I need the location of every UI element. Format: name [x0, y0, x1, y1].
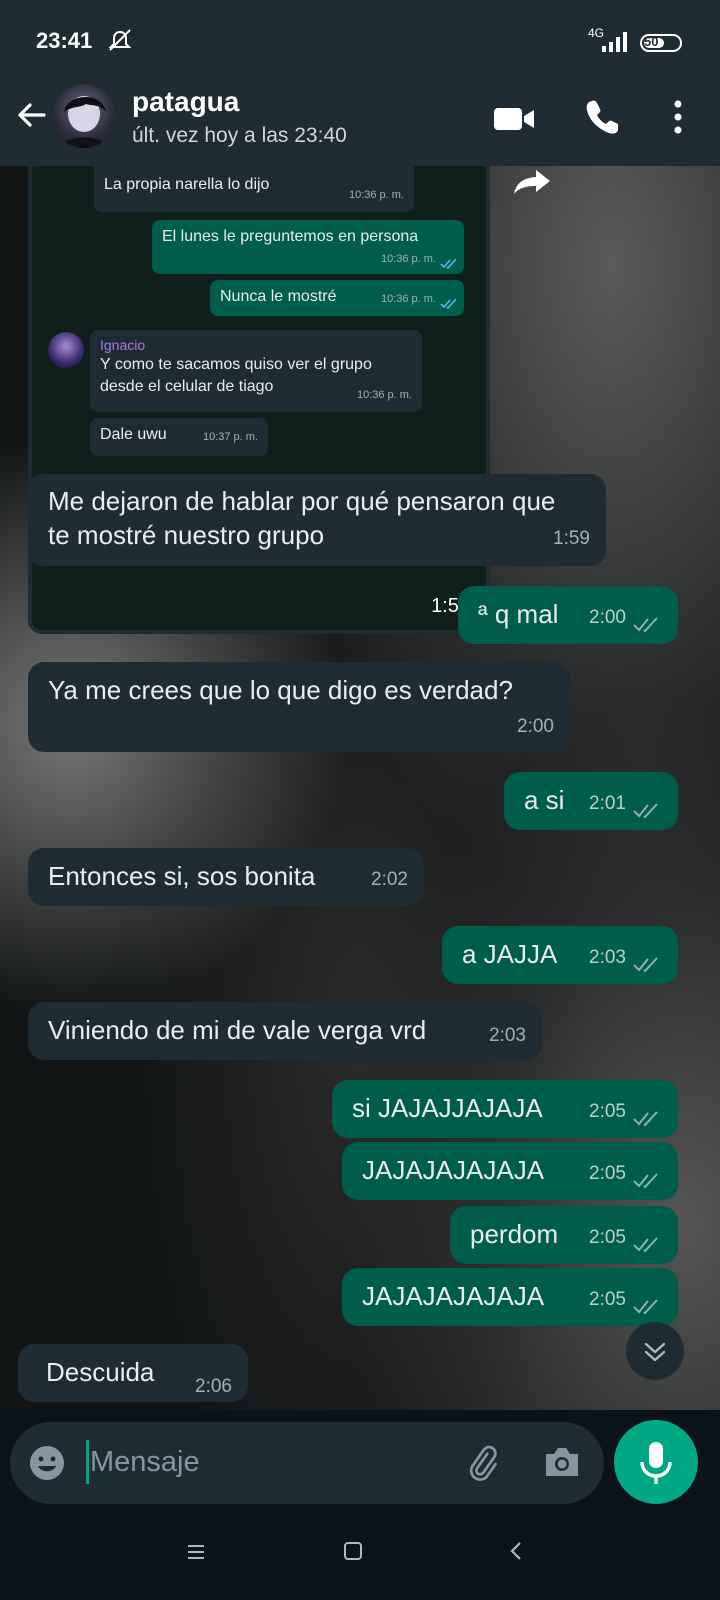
- home-nav-icon[interactable]: [342, 1540, 364, 1562]
- screenshot-sender-name: Ignacio: [100, 337, 146, 353]
- double-tick-icon: [633, 1237, 658, 1253]
- scroll-down-button[interactable]: [626, 1322, 684, 1380]
- message-text: Ya me crees que lo que digo es verdad?: [48, 675, 513, 705]
- message-text: ª q mal: [478, 599, 559, 629]
- back-arrow-icon[interactable]: [14, 98, 48, 132]
- double-tick-icon: [633, 617, 658, 633]
- more-vert-icon[interactable]: [670, 98, 686, 136]
- dnd-icon: [108, 29, 132, 51]
- emoji-icon[interactable]: [28, 1444, 66, 1482]
- menu-nav-icon[interactable]: [186, 1542, 206, 1562]
- message-text: si JAJAJJAJAJA: [352, 1093, 543, 1123]
- screenshot-message-time: 10:36 p. m.: [348, 189, 404, 201]
- screenshot-message: Dale uwu 10:37 p. m.: [90, 418, 268, 456]
- message-text: a JAJJA: [462, 939, 558, 969]
- screenshot-message: El lunes le preguntemos en persona 10:36…: [152, 220, 464, 274]
- message-time: 2:02: [371, 869, 408, 890]
- message-time: 2:05: [589, 1101, 626, 1122]
- message-time: 2:06: [195, 1376, 232, 1397]
- screenshot-message-text: Dale uwu: [100, 426, 167, 443]
- message-text: Viniendo de mi de vale verga vrd: [48, 1015, 427, 1045]
- message-input[interactable]: Mensaje: [90, 1446, 200, 1479]
- message-text: Me dejaron de hablar por qué pensaron qu…: [48, 486, 556, 550]
- signal-icon: [602, 32, 627, 52]
- battery-text: 50: [644, 34, 659, 49]
- message-text: JAJAJAJAJAJA: [362, 1155, 545, 1185]
- double-tick-icon: [633, 803, 658, 819]
- message-outgoing[interactable]: JAJAJAJAJAJA 2:05: [342, 1142, 678, 1200]
- screenshot-message-text: Nunca le mostré: [220, 288, 337, 305]
- screenshot-message-time: 10:36 p. m.: [356, 389, 412, 401]
- screenshot-message: Ignacio Y como te sacamos quiso ver el g…: [90, 330, 422, 412]
- attach-icon[interactable]: [462, 1444, 502, 1484]
- message-incoming[interactable]: Viniendo de mi de vale verga vrd 2:03: [28, 1002, 542, 1060]
- double-tick-icon: [633, 1173, 658, 1189]
- screenshot-message-text: El lunes le preguntemos en persona: [162, 228, 419, 245]
- screenshot-message-time: 10:36 p. m.: [380, 293, 436, 305]
- message-time: 2:05: [589, 1227, 626, 1248]
- message-text: Descuida: [46, 1357, 155, 1387]
- screenshot-message-time: 10:36 p. m.: [380, 253, 436, 265]
- status-time: 23:41: [36, 28, 93, 53]
- message-text: JAJAJAJAJAJA: [362, 1281, 545, 1311]
- message-time: 2:03: [589, 947, 626, 968]
- video-call-icon[interactable]: [492, 104, 536, 134]
- message-text: Entonces si, sos bonita: [48, 861, 316, 891]
- message-text: perdom: [470, 1219, 559, 1249]
- back-nav-icon[interactable]: [506, 1540, 526, 1562]
- message-time: 1:59: [553, 528, 590, 549]
- message-incoming[interactable]: Ya me crees que lo que digo es verdad? 2…: [28, 662, 570, 752]
- system-nav-bar: [0, 1512, 720, 1600]
- message-time: 2:01: [589, 793, 626, 814]
- screenshot-message-text: Y como te sacamos quiso ver el grupo des…: [100, 356, 372, 395]
- forward-icon[interactable]: [510, 166, 554, 196]
- screenshot-message: Nunca le mostré 10:36 p. m.: [210, 280, 464, 316]
- scroll-down-icon: [644, 1342, 666, 1362]
- mic-icon: [640, 1442, 672, 1484]
- message-time: 2:03: [489, 1025, 526, 1046]
- message-time: 2:00: [589, 607, 626, 628]
- double-tick-icon: [633, 1111, 658, 1127]
- contact-name[interactable]: patagua: [132, 86, 239, 118]
- message-incoming[interactable]: Entonces si, sos bonita 2:02: [28, 848, 424, 906]
- double-tick-icon: [633, 1299, 658, 1315]
- chat-area[interactable]: La propia narella lo dijo 10:36 p. m. El…: [0, 166, 720, 1410]
- mic-button[interactable]: [614, 1420, 698, 1504]
- message-time: 2:05: [589, 1163, 626, 1184]
- message-incoming[interactable]: Descuida 2:06: [18, 1344, 248, 1402]
- camera-icon[interactable]: [542, 1444, 582, 1480]
- screenshot-message-text: La propia narella lo dijo: [104, 176, 270, 193]
- message-time: 2:00: [517, 716, 554, 737]
- message-outgoing[interactable]: a JAJJA 2:03: [442, 926, 678, 984]
- message-outgoing[interactable]: perdom 2:05: [450, 1206, 678, 1264]
- message-outgoing[interactable]: a si 2:01: [504, 772, 678, 830]
- message-outgoing[interactable]: ª q mal 2:00: [458, 586, 678, 644]
- message-outgoing[interactable]: si JAJAJJAJAJA 2:05: [332, 1080, 678, 1138]
- avatar[interactable]: [52, 84, 116, 148]
- message-outgoing[interactable]: JAJAJAJAJAJA 2:05: [342, 1268, 678, 1326]
- screenshot-sender-avatar: [48, 332, 84, 368]
- message-incoming[interactable]: Me dejaron de hablar por qué pensaron qu…: [28, 474, 606, 566]
- double-tick-icon: [633, 957, 658, 973]
- read-ticks-icon: [440, 298, 457, 310]
- message-time: 2:05: [589, 1289, 626, 1310]
- screenshot-message: La propia narella lo dijo 10:36 p. m.: [94, 168, 414, 212]
- message-text: a si: [524, 785, 565, 815]
- read-ticks-icon: [440, 258, 457, 270]
- last-seen: últ. vez hoy a las 23:40: [132, 124, 347, 147]
- screenshot-message-time: 10:37 p. m.: [202, 431, 258, 443]
- text-cursor: [86, 1440, 89, 1484]
- phone-icon[interactable]: [584, 98, 618, 134]
